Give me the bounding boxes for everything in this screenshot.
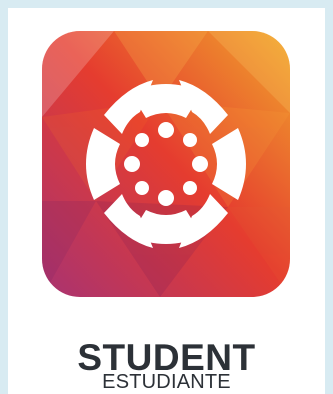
canvas-student-logo-icon[interactable] [42,31,290,297]
estudiante-label: ESTUDIANTE [102,371,231,393]
page: STUDENT ESTUDIANTE [0,0,333,394]
